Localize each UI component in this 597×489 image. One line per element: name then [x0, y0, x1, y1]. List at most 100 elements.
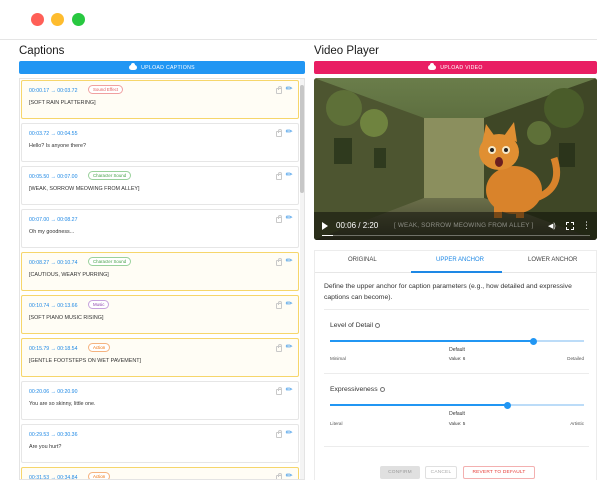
caption-timestamp[interactable]: 00:29.53 → 00:30.36: [29, 432, 77, 438]
app-window: Captions UPLOAD CAPTIONS 00:00.17 → 00:0…: [0, 0, 597, 489]
minimize-window-button[interactable]: [51, 13, 64, 26]
caption-timestamp[interactable]: 00:05.50 → 00:07.00: [29, 174, 77, 180]
caption-item[interactable]: 00:03.72 → 00:04.55 Hello? Is anyone ther…: [21, 123, 299, 162]
caption-timestamp[interactable]: 00:08.27 → 00:10.74: [29, 260, 77, 266]
lock-icon[interactable]: [276, 86, 282, 94]
edit-pencil-icon[interactable]: ✎: [284, 83, 295, 94]
caption-timestamp[interactable]: 00:03.72 → 00:04.55: [29, 131, 77, 137]
caption-tag: Character Sound: [88, 171, 132, 180]
video-time: 00:06 / 2:20: [336, 221, 379, 230]
lock-icon[interactable]: [276, 172, 282, 180]
upload-captions-button[interactable]: UPLOAD CAPTIONS: [19, 61, 305, 74]
divider: [324, 309, 589, 310]
detail-max-label: Detailed: [567, 356, 584, 361]
lock-icon[interactable]: [276, 430, 282, 438]
lock-icon[interactable]: [276, 129, 282, 137]
divider: [324, 373, 589, 374]
caption-item[interactable]: 00:29.53 → 00:30.36 Are you hurt? ✎: [21, 424, 299, 463]
maximize-window-button[interactable]: [72, 13, 85, 26]
info-icon[interactable]: [379, 386, 385, 392]
edit-pencil-icon[interactable]: ✎: [284, 255, 295, 266]
edit-pencil-icon[interactable]: ✎: [284, 126, 295, 137]
scrollbar-thumb[interactable]: [300, 85, 304, 193]
edit-pencil-icon[interactable]: ✎: [284, 470, 295, 479]
divider: [324, 446, 589, 447]
video-subtitle: [ WEAK, SORROW MEOWING FROM ALLEY ]: [394, 222, 534, 229]
caption-tag: Sound Effect: [88, 85, 124, 94]
cloud-upload-icon: [428, 63, 437, 70]
detail-label-text: Level of Detail: [330, 322, 374, 329]
active-tab-indicator: [411, 271, 502, 273]
lock-icon[interactable]: [276, 344, 282, 352]
caption-timestamp[interactable]: 00:31.53 → 00:34.84: [29, 475, 77, 479]
fullscreen-icon[interactable]: [566, 222, 574, 230]
captions-title: Captions: [19, 45, 65, 57]
cancel-button[interactable]: CANCEL: [425, 466, 457, 479]
caption-item[interactable]: 00:10.74 → 00:13.66 Music [SOFT PIANO MUSI…: [21, 295, 299, 334]
caption-text: [CAUTIOUS, WEARY PURRING]: [29, 272, 109, 278]
caption-item[interactable]: 00:15.79 → 00:18.54 Action [GENTLE FOOTSTE…: [21, 338, 299, 377]
caption-tag: Action: [88, 343, 111, 352]
lock-icon[interactable]: [276, 215, 282, 223]
edit-pencil-icon[interactable]: ✎: [284, 384, 295, 395]
caption-text: [SOFT RAIN PLATTERING]: [29, 100, 96, 106]
video-frame[interactable]: 00:06 / 2:20 [ WEAK, SORROW MEOWING FROM…: [314, 78, 597, 240]
play-icon[interactable]: [322, 222, 328, 230]
edit-pencil-icon[interactable]: ✎: [284, 427, 295, 438]
anchor-settings-panel: ORIGINAL UPPER ANCHOR LOWER ANCHOR Defin…: [314, 250, 597, 480]
expressiveness-value-label: Value: 5: [448, 421, 466, 426]
lock-icon[interactable]: [276, 387, 282, 395]
detail-slider-thumb[interactable]: [529, 337, 537, 345]
caption-item[interactable]: 00:07.00 → 00:08.27 Oh my goodness... ✎: [21, 209, 299, 248]
caption-timestamp[interactable]: 00:20.06 → 00:20.90: [29, 389, 77, 395]
expressiveness-max-label: Artistic: [570, 421, 584, 426]
caption-item[interactable]: 00:31.53 → 00:34.84Action[RUSTLING IN CA…: [21, 467, 299, 479]
info-icon[interactable]: [375, 322, 381, 328]
detail-slider-track[interactable]: [330, 337, 584, 345]
tab-original[interactable]: ORIGINAL: [348, 257, 377, 263]
caption-text: [SOFT PIANO MUSIC RISING]: [29, 315, 104, 321]
caption-item[interactable]: 00:20.06 → 00:20.90 You are so skinny, li…: [21, 381, 299, 420]
detail-value-label: Value: 6: [448, 356, 466, 361]
default-tick: [457, 340, 458, 342]
expressiveness-slider-track[interactable]: [330, 401, 584, 409]
upload-video-button[interactable]: UPLOAD VIDEO: [314, 61, 597, 74]
more-options-icon[interactable]: ⋮: [582, 220, 591, 231]
revert-to-default-button[interactable]: REVERT TO DEFAULT: [463, 466, 535, 479]
edit-pencil-icon[interactable]: ✎: [284, 298, 295, 309]
caption-timestamp[interactable]: 00:10.74 → 00:13.66: [29, 303, 77, 309]
edit-pencil-icon[interactable]: ✎: [284, 169, 295, 180]
caption-text: Are you hurt?: [29, 444, 62, 450]
video-panel: Video Player UPLOAD VIDEO 00:06 / 2:20 […: [314, 40, 597, 480]
caption-tag: Action: [88, 472, 111, 479]
edit-pencil-icon[interactable]: ✎: [284, 212, 295, 223]
caption-timestamp[interactable]: 00:15.79 → 00:18.54: [29, 346, 77, 352]
expressiveness-slider-thumb[interactable]: [504, 401, 512, 409]
expressiveness-label-text: Expressiveness: [330, 386, 378, 393]
caption-item[interactable]: 00:08.27 → 00:10.74 Character Sound [CAUTI…: [21, 252, 299, 291]
detail-slider-label: Level of Detail: [330, 322, 381, 329]
caption-list-scrollbar[interactable]: [300, 79, 304, 479]
confirm-button[interactable]: CONFIRM: [380, 466, 420, 479]
detail-slider-fill: [330, 340, 534, 342]
caption-list[interactable]: 00:00.17 → 00:03.72 Sound Effect [SOFT RAI…: [19, 78, 305, 480]
close-window-button[interactable]: [31, 13, 44, 26]
tab-lower-anchor[interactable]: LOWER ANCHOR: [528, 257, 577, 263]
lock-icon[interactable]: [276, 301, 282, 309]
cloud-upload-icon: [129, 63, 138, 70]
anchor-tabs: ORIGINAL UPPER ANCHOR LOWER ANCHOR: [315, 251, 596, 273]
detail-default-label: Default: [449, 347, 465, 353]
caption-item[interactable]: 00:00.17 → 00:03.72 Sound Effect [SOFT RAI…: [21, 80, 299, 119]
caption-timestamp[interactable]: 00:00.17 → 00:03.72: [29, 88, 77, 94]
video-controls: 00:06 / 2:20 [ WEAK, SORROW MEOWING FROM…: [314, 212, 597, 240]
captions-panel: Captions UPLOAD CAPTIONS 00:00.17 → 00:0…: [19, 40, 305, 480]
caption-timestamp[interactable]: 00:07.00 → 00:08.27: [29, 217, 77, 223]
lock-icon[interactable]: [276, 258, 282, 266]
upload-captions-label: UPLOAD CAPTIONS: [141, 64, 195, 71]
edit-pencil-icon[interactable]: ✎: [284, 341, 295, 352]
volume-icon[interactable]: ◀): [548, 222, 556, 230]
caption-item[interactable]: 00:05.50 → 00:07.00 Character Sound [WEAK,…: [21, 166, 299, 205]
tab-upper-anchor[interactable]: UPPER ANCHOR: [436, 257, 484, 263]
lock-icon[interactable]: [276, 473, 282, 479]
video-progress-bar[interactable]: [322, 234, 590, 236]
